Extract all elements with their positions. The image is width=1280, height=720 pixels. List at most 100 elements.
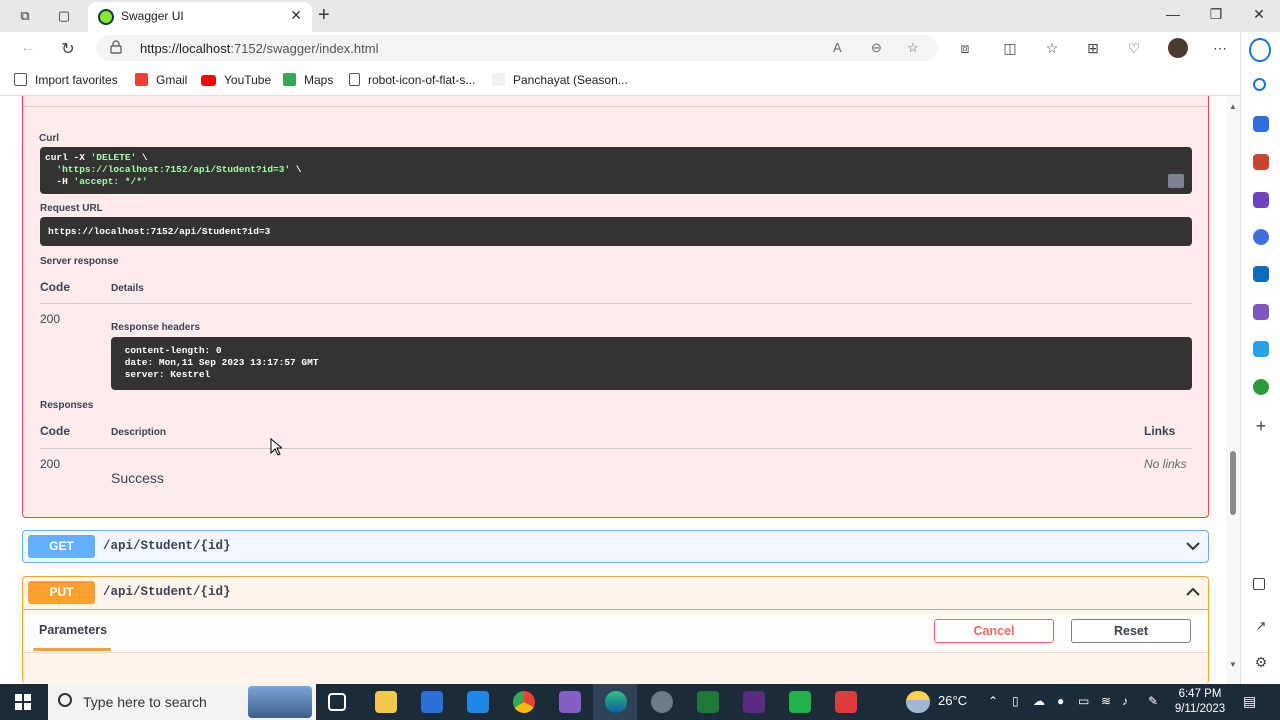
weather-icon[interactable] bbox=[906, 691, 930, 713]
favorites-icon[interactable]: ☆ bbox=[1043, 40, 1061, 57]
notifications-icon[interactable]: ▤ bbox=[1243, 693, 1256, 710]
put-student-by-id-operation: PUT /api/Student/{id} Parameters Cancel … bbox=[22, 576, 1209, 684]
server-response-label: Server response bbox=[40, 256, 119, 267]
system-clock[interactable]: 6:47 PM 9/11/2023 bbox=[1172, 687, 1228, 717]
read-aloud-icon[interactable]: A bbox=[833, 40, 842, 55]
open-external-icon[interactable]: ↗ bbox=[1253, 618, 1269, 634]
microphone-icon[interactable]: ● bbox=[1057, 694, 1064, 708]
visual-studio-icon[interactable] bbox=[559, 691, 581, 713]
curl-code-block[interactable]: curl -X 'DELETE' \ 'https://localhost:71… bbox=[40, 147, 1192, 194]
chevron-up-icon[interactable] bbox=[1184, 583, 1202, 601]
request-url-value[interactable]: https://localhost:7152/api/Student?id=3 bbox=[40, 217, 1192, 246]
chrome-icon[interactable] bbox=[513, 691, 535, 713]
page-icon bbox=[492, 73, 505, 86]
response-status-code: 200 bbox=[40, 312, 61, 326]
battery-icon[interactable]: ▭ bbox=[1078, 694, 1089, 708]
mail-icon[interactable] bbox=[467, 691, 489, 713]
bookmark-panchayat[interactable]: Panchayat (Season... bbox=[492, 73, 628, 87]
outlook-icon[interactable] bbox=[1253, 266, 1269, 282]
profile-avatar[interactable] bbox=[1168, 38, 1188, 58]
parameters-section: Parameters Cancel Reset bbox=[23, 610, 1208, 652]
pen-icon[interactable]: ✎ bbox=[1148, 694, 1158, 708]
show-hidden-icons-icon[interactable]: ⌃ bbox=[988, 694, 998, 708]
tree-icon[interactable] bbox=[1253, 379, 1269, 395]
temperature[interactable]: 26°C bbox=[938, 693, 967, 708]
device-icon[interactable]: ▯ bbox=[1012, 694, 1019, 708]
header-line: date: Mon,11 Sep 2023 13:17:57 GMT bbox=[119, 357, 325, 368]
clock-date: 9/11/2023 bbox=[1174, 703, 1226, 715]
parameters-divider bbox=[23, 652, 1208, 653]
edge-icon[interactable] bbox=[605, 691, 627, 713]
minimize-icon[interactable]: — bbox=[1163, 6, 1183, 22]
bookmark-gmail[interactable]: Gmail bbox=[135, 73, 187, 87]
scroll-up-icon[interactable]: ▲ bbox=[1229, 102, 1237, 111]
bing-copilot-icon[interactable] bbox=[1249, 38, 1271, 62]
cancel-button[interactable]: Cancel bbox=[934, 619, 1054, 643]
excel-icon[interactable] bbox=[697, 691, 719, 713]
browser-essentials-icon[interactable]: ♡ bbox=[1125, 40, 1143, 57]
shopping-icon[interactable] bbox=[1253, 116, 1269, 132]
tab-parameters[interactable]: Parameters bbox=[39, 623, 107, 637]
reset-button[interactable]: Reset bbox=[1071, 619, 1191, 643]
import-icon bbox=[14, 73, 27, 86]
more-menu-icon[interactable]: ⋯ bbox=[1211, 40, 1229, 57]
bookmark-import-favorites[interactable]: Import favorites bbox=[14, 73, 118, 87]
url-field[interactable]: https://localhost:7152/swagger/index.htm… bbox=[96, 35, 938, 61]
wifi-icon[interactable]: ≋ bbox=[1101, 694, 1111, 708]
new-tab-icon[interactable]: + bbox=[318, 4, 330, 27]
get-student-by-id-operation[interactable]: GET /api/Student/{id} bbox=[22, 530, 1209, 563]
address-bar: ← ↻ https://localhost:7152/swagger/index… bbox=[0, 32, 1280, 64]
mouse-cursor-icon bbox=[270, 438, 282, 456]
split-screen-icon[interactable]: ◫ bbox=[1001, 40, 1019, 57]
back-icon[interactable]: ← bbox=[18, 39, 38, 57]
paint-icon[interactable] bbox=[651, 691, 673, 713]
search-icon[interactable] bbox=[1253, 78, 1266, 91]
tab-active-indicator bbox=[33, 648, 111, 651]
sidebar-layout-icon[interactable] bbox=[1253, 578, 1265, 590]
sidebar-settings-icon[interactable]: ⚙ bbox=[1253, 654, 1269, 670]
jetbrains-red-icon[interactable] bbox=[835, 691, 857, 713]
games-icon[interactable] bbox=[1253, 192, 1269, 208]
maximize-icon[interactable]: ❐ bbox=[1206, 6, 1226, 23]
document-icon bbox=[349, 73, 360, 86]
tab-close-icon[interactable]: ✕ bbox=[290, 7, 302, 24]
bookmark-maps[interactable]: Maps bbox=[283, 73, 333, 87]
search-placeholder: Type here to search bbox=[83, 694, 207, 710]
responses-links-header: Links bbox=[1144, 424, 1176, 438]
scrollbar-thumb[interactable] bbox=[1230, 451, 1236, 515]
copy-to-clipboard-icon[interactable] bbox=[1168, 174, 1184, 188]
volume-icon[interactable]: ♪ bbox=[1122, 694, 1128, 708]
scroll-down-icon[interactable]: ▼ bbox=[1229, 660, 1237, 669]
tab-swagger[interactable]: Swagger UI ✕ bbox=[88, 2, 312, 32]
task-view-icon[interactable] bbox=[328, 693, 346, 711]
edge-sidebar: + ↗ ⚙ bbox=[1240, 32, 1280, 684]
designer-icon[interactable] bbox=[1253, 304, 1269, 320]
drop-icon[interactable] bbox=[1253, 341, 1269, 357]
jetbrains-green-icon[interactable] bbox=[789, 691, 811, 713]
microsoft-store-icon[interactable] bbox=[421, 691, 443, 713]
windows-start-icon[interactable] bbox=[15, 694, 31, 710]
responses-code-header: Code bbox=[40, 424, 70, 438]
add-sidebar-app-icon[interactable]: + bbox=[1253, 417, 1269, 435]
zoom-icon[interactable]: ⊖ bbox=[871, 40, 882, 56]
taskbar-search[interactable]: Type here to search bbox=[48, 684, 316, 720]
microsoft-365-icon[interactable] bbox=[1253, 229, 1269, 245]
onedrive-icon[interactable]: ☁ bbox=[1033, 694, 1045, 708]
window-close-icon[interactable]: ✕ bbox=[1249, 6, 1269, 23]
file-explorer-icon[interactable] bbox=[375, 691, 397, 713]
lock-icon[interactable] bbox=[110, 40, 122, 54]
bookmark-robot-icon[interactable]: robot-icon-of-flat-s... bbox=[349, 73, 475, 87]
tools-icon[interactable] bbox=[1253, 154, 1269, 170]
tab-actions-icon[interactable]: ▢ bbox=[55, 7, 73, 25]
put-operation-path[interactable]: /api/Student/{id} bbox=[103, 585, 231, 599]
workspaces-icon[interactable]: ⧉ bbox=[16, 7, 34, 25]
chevron-down-icon[interactable] bbox=[1184, 537, 1202, 555]
refresh-icon[interactable]: ↻ bbox=[58, 39, 78, 59]
extensions-icon[interactable]: ⧈ bbox=[956, 40, 974, 57]
response-headers-code[interactable]: content-length: 0 date: Mon,11 Sep 2023 … bbox=[111, 337, 1192, 390]
favorite-star-icon[interactable]: ☆ bbox=[907, 40, 919, 56]
terminal-icon[interactable] bbox=[743, 691, 765, 713]
page-scrollbar[interactable]: ▲ ▼ bbox=[1226, 96, 1240, 684]
collections-icon[interactable]: ⊞ bbox=[1084, 40, 1102, 57]
bookmark-youtube[interactable]: YouTube bbox=[201, 73, 271, 87]
